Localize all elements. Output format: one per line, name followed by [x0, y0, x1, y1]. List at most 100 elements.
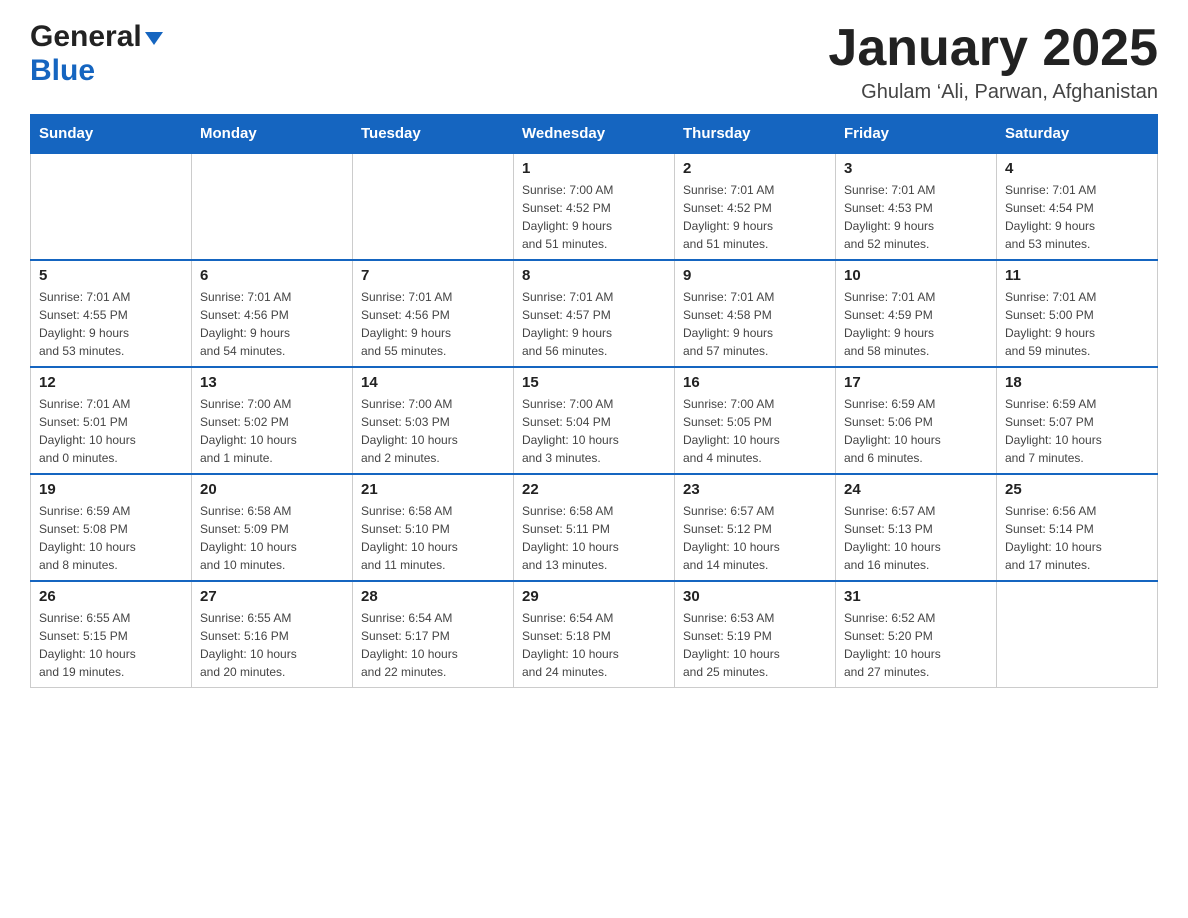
day-number: 8: [522, 267, 666, 284]
calendar-cell: 2Sunrise: 7:01 AMSunset: 4:52 PMDaylight…: [675, 153, 836, 260]
calendar-cell: 8Sunrise: 7:01 AMSunset: 4:57 PMDaylight…: [514, 260, 675, 367]
calendar-cell: 5 Sunrise: 7:01 AMSunset: 4:55 PMDaylight…: [31, 260, 192, 367]
day-number: 12: [39, 374, 183, 391]
calendar-cell: [192, 153, 353, 260]
day-number: 24: [844, 481, 988, 498]
calendar-cell: 16Sunrise: 7:00 AMSunset: 5:05 PMDayligh…: [675, 367, 836, 474]
day-number: 19: [39, 481, 183, 498]
day-info: Sunrise: 6:55 AMSunset: 5:16 PMDaylight:…: [200, 609, 344, 681]
day-info: Sunrise: 7:01 AMSunset: 4:56 PMDaylight:…: [361, 288, 505, 360]
day-number: 3: [844, 160, 988, 177]
day-info: Sunrise: 7:00 AMSunset: 5:04 PMDaylight:…: [522, 395, 666, 467]
calendar-cell: 6Sunrise: 7:01 AMSunset: 4:56 PMDaylight…: [192, 260, 353, 367]
day-info: Sunrise: 7:01 AMSunset: 5:00 PMDaylight:…: [1005, 288, 1149, 360]
month-title: January 2025: [828, 20, 1158, 77]
day-info: Sunrise: 6:52 AMSunset: 5:20 PMDaylight:…: [844, 609, 988, 681]
calendar-cell: 18Sunrise: 6:59 AMSunset: 5:07 PMDayligh…: [997, 367, 1158, 474]
calendar-cell: 15 Sunrise: 7:00 AMSunset: 5:04 PMDayligh…: [514, 367, 675, 474]
day-number: 28: [361, 588, 505, 605]
weekday-header-tuesday: Tuesday: [353, 115, 514, 154]
calendar-cell: 7Sunrise: 7:01 AMSunset: 4:56 PMDaylight…: [353, 260, 514, 367]
calendar-cell: 17 Sunrise: 6:59 AMSunset: 5:06 PMDayligh…: [836, 367, 997, 474]
day-number: 9: [683, 267, 827, 284]
day-number: 1: [522, 160, 666, 177]
location: Ghulam ‘Ali, Parwan, Afghanistan: [828, 81, 1158, 104]
calendar-cell: 9 Sunrise: 7:01 AMSunset: 4:58 PMDaylight…: [675, 260, 836, 367]
calendar-cell: 14Sunrise: 7:00 AMSunset: 5:03 PMDayligh…: [353, 367, 514, 474]
calendar-cell: [353, 153, 514, 260]
day-info: Sunrise: 6:55 AMSunset: 5:15 PMDaylight:…: [39, 609, 183, 681]
day-info: Sunrise: 6:58 AMSunset: 5:11 PMDaylight:…: [522, 502, 666, 574]
calendar-cell: 27 Sunrise: 6:55 AMSunset: 5:16 PMDayligh…: [192, 581, 353, 688]
day-number: 17: [844, 374, 988, 391]
day-info: Sunrise: 6:56 AMSunset: 5:14 PMDaylight:…: [1005, 502, 1149, 574]
calendar-week-row: 1Sunrise: 7:00 AMSunset: 4:52 PMDaylight…: [31, 153, 1158, 260]
day-info: Sunrise: 7:01 AMSunset: 4:55 PMDaylight:…: [39, 288, 183, 360]
calendar-cell: 13Sunrise: 7:00 AMSunset: 5:02 PMDayligh…: [192, 367, 353, 474]
day-number: 4: [1005, 160, 1149, 177]
calendar-cell: 29 Sunrise: 6:54 AMSunset: 5:18 PMDayligh…: [514, 581, 675, 688]
calendar-cell: [31, 153, 192, 260]
day-info: Sunrise: 7:01 AMSunset: 4:58 PMDaylight:…: [683, 288, 827, 360]
day-number: 15: [522, 374, 666, 391]
day-info: Sunrise: 6:54 AMSunset: 5:18 PMDaylight:…: [522, 609, 666, 681]
calendar-cell: 1Sunrise: 7:00 AMSunset: 4:52 PMDaylight…: [514, 153, 675, 260]
calendar-cell: 25 Sunrise: 6:56 AMSunset: 5:14 PMDayligh…: [997, 474, 1158, 581]
day-info: Sunrise: 7:01 AMSunset: 4:52 PMDaylight:…: [683, 181, 827, 253]
calendar-cell: 12 Sunrise: 7:01 AMSunset: 5:01 PMDayligh…: [31, 367, 192, 474]
calendar-cell: 10 Sunrise: 7:01 AMSunset: 4:59 PMDayligh…: [836, 260, 997, 367]
day-info: Sunrise: 6:59 AMSunset: 5:07 PMDaylight:…: [1005, 395, 1149, 467]
weekday-header-friday: Friday: [836, 115, 997, 154]
day-info: Sunrise: 7:01 AMSunset: 4:54 PMDaylight:…: [1005, 181, 1149, 253]
day-info: Sunrise: 6:59 AMSunset: 5:08 PMDaylight:…: [39, 502, 183, 574]
day-number: 31: [844, 588, 988, 605]
calendar-cell: 4 Sunrise: 7:01 AMSunset: 4:54 PMDaylight…: [997, 153, 1158, 260]
calendar-cell: 20 Sunrise: 6:58 AMSunset: 5:09 PMDayligh…: [192, 474, 353, 581]
day-number: 5: [39, 267, 183, 284]
day-number: 13: [200, 374, 344, 391]
day-number: 27: [200, 588, 344, 605]
day-info: Sunrise: 7:01 AMSunset: 4:53 PMDaylight:…: [844, 181, 988, 253]
calendar-cell: 31 Sunrise: 6:52 AMSunset: 5:20 PMDayligh…: [836, 581, 997, 688]
logo-arrow-icon: [145, 32, 163, 45]
day-number: 25: [1005, 481, 1149, 498]
day-info: Sunrise: 7:00 AMSunset: 5:03 PMDaylight:…: [361, 395, 505, 467]
calendar-cell: 11 Sunrise: 7:01 AMSunset: 5:00 PMDayligh…: [997, 260, 1158, 367]
calendar-week-row: 5 Sunrise: 7:01 AMSunset: 4:55 PMDaylight…: [31, 260, 1158, 367]
day-number: 11: [1005, 267, 1149, 284]
day-info: Sunrise: 7:01 AMSunset: 5:01 PMDaylight:…: [39, 395, 183, 467]
calendar-week-row: 12 Sunrise: 7:01 AMSunset: 5:01 PMDayligh…: [31, 367, 1158, 474]
calendar-week-row: 26Sunrise: 6:55 AMSunset: 5:15 PMDayligh…: [31, 581, 1158, 688]
day-info: Sunrise: 7:00 AMSunset: 5:05 PMDaylight:…: [683, 395, 827, 467]
day-info: Sunrise: 6:59 AMSunset: 5:06 PMDaylight:…: [844, 395, 988, 467]
weekday-header-thursday: Thursday: [675, 115, 836, 154]
calendar-header: SundayMondayTuesdayWednesdayThursdayFrid…: [31, 115, 1158, 154]
day-number: 10: [844, 267, 988, 284]
day-info: Sunrise: 6:53 AMSunset: 5:19 PMDaylight:…: [683, 609, 827, 681]
weekday-header-monday: Monday: [192, 115, 353, 154]
day-number: 20: [200, 481, 344, 498]
calendar-cell: 19 Sunrise: 6:59 AMSunset: 5:08 PMDayligh…: [31, 474, 192, 581]
calendar-table: SundayMondayTuesdayWednesdayThursdayFrid…: [30, 114, 1158, 688]
day-number: 30: [683, 588, 827, 605]
title-block: January 2025 Ghulam ‘Ali, Parwan, Afghan…: [828, 20, 1158, 104]
calendar-cell: 21Sunrise: 6:58 AMSunset: 5:10 PMDayligh…: [353, 474, 514, 581]
logo-blue-text: Blue: [30, 54, 95, 87]
day-info: Sunrise: 6:58 AMSunset: 5:09 PMDaylight:…: [200, 502, 344, 574]
calendar-cell: 24Sunrise: 6:57 AMSunset: 5:13 PMDayligh…: [836, 474, 997, 581]
calendar-body: 1Sunrise: 7:00 AMSunset: 4:52 PMDaylight…: [31, 153, 1158, 688]
calendar-cell: [997, 581, 1158, 688]
day-number: 29: [522, 588, 666, 605]
logo: General Blue: [30, 20, 163, 88]
weekday-header-saturday: Saturday: [997, 115, 1158, 154]
calendar-cell: 26Sunrise: 6:55 AMSunset: 5:15 PMDayligh…: [31, 581, 192, 688]
calendar-cell: 30 Sunrise: 6:53 AMSunset: 5:19 PMDayligh…: [675, 581, 836, 688]
weekday-header-sunday: Sunday: [31, 115, 192, 154]
calendar-cell: 23Sunrise: 6:57 AMSunset: 5:12 PMDayligh…: [675, 474, 836, 581]
day-info: Sunrise: 7:01 AMSunset: 4:59 PMDaylight:…: [844, 288, 988, 360]
day-number: 22: [522, 481, 666, 498]
calendar-cell: 28 Sunrise: 6:54 AMSunset: 5:17 PMDayligh…: [353, 581, 514, 688]
weekday-header-wednesday: Wednesday: [514, 115, 675, 154]
day-info: Sunrise: 6:57 AMSunset: 5:12 PMDaylight:…: [683, 502, 827, 574]
day-info: Sunrise: 6:54 AMSunset: 5:17 PMDaylight:…: [361, 609, 505, 681]
